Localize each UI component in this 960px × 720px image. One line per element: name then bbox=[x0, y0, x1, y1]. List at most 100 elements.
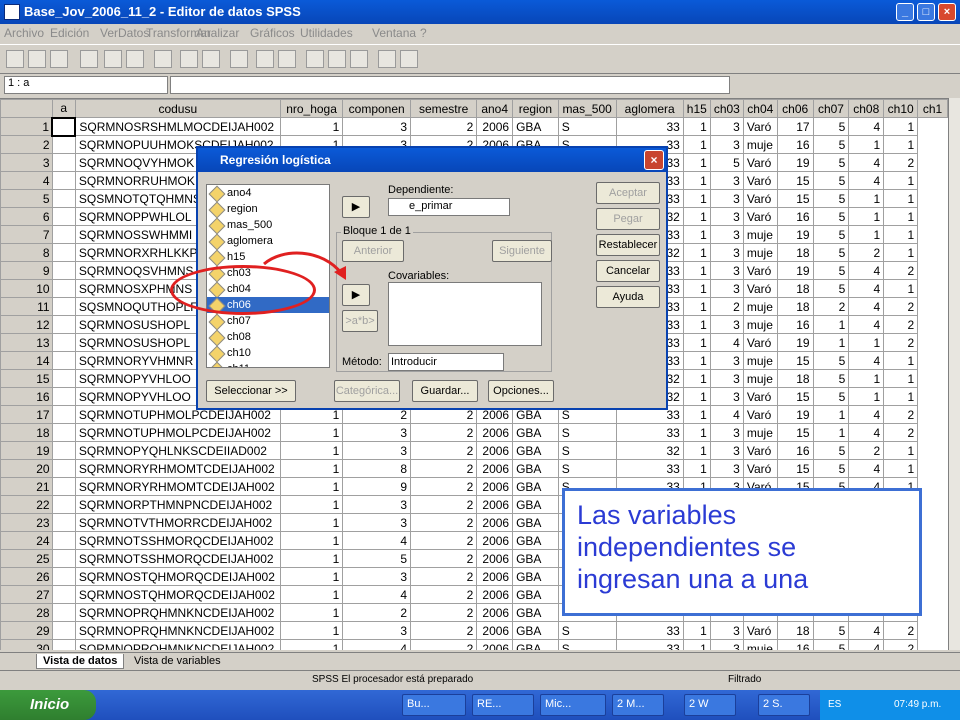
redo-icon[interactable] bbox=[126, 50, 144, 68]
data-cell[interactable]: 1 bbox=[883, 243, 919, 262]
data-cell[interactable] bbox=[51, 225, 76, 244]
categorical-button[interactable]: Categórica... bbox=[334, 380, 400, 402]
data-cell[interactable]: 2 bbox=[410, 513, 478, 532]
data-cell[interactable]: 1 bbox=[848, 333, 885, 352]
menu-ventana[interactable]: Ventana bbox=[372, 26, 416, 40]
data-cell[interactable]: 2006 bbox=[476, 477, 514, 496]
data-cell[interactable]: 1 bbox=[682, 459, 711, 478]
variable-item[interactable]: region bbox=[207, 201, 329, 217]
data-cell[interactable]: 4 bbox=[848, 459, 885, 478]
data-cell[interactable]: 5 bbox=[812, 639, 850, 650]
data-cell[interactable]: 1 bbox=[682, 297, 711, 316]
next-button[interactable]: Siguiente bbox=[492, 240, 552, 262]
data-cell[interactable]: 2 bbox=[410, 567, 478, 586]
cell-value-field[interactable] bbox=[170, 76, 730, 94]
data-cell[interactable]: 1 bbox=[682, 351, 711, 370]
data-cell[interactable]: 2 bbox=[410, 423, 478, 442]
data-cell[interactable]: 4 bbox=[848, 279, 885, 298]
data-cell[interactable]: 4 bbox=[848, 153, 885, 172]
task-re[interactable]: RE... bbox=[472, 694, 534, 716]
data-cell[interactable]: 1 bbox=[812, 333, 850, 352]
data-cell[interactable]: SQRMNOTUPHMOLPCDEIJAH002 bbox=[74, 423, 281, 442]
row-number[interactable]: 16 bbox=[0, 387, 53, 406]
data-cell[interactable]: muje bbox=[742, 225, 778, 244]
data-cell[interactable]: 2 bbox=[883, 153, 919, 172]
data-cell[interactable]: 1 bbox=[848, 369, 885, 388]
row-number[interactable]: 8 bbox=[0, 243, 53, 262]
variable-item[interactable]: ch08 bbox=[207, 329, 329, 345]
data-cell[interactable]: 16 bbox=[776, 441, 814, 460]
row-number[interactable]: 23 bbox=[0, 513, 53, 532]
data-cell[interactable]: SQRMNOPRQHMNKNCDEIJAH002 bbox=[74, 621, 281, 640]
data-cell[interactable]: 3 bbox=[709, 189, 744, 208]
row-number[interactable]: 5 bbox=[0, 189, 53, 208]
data-cell[interactable]: 2 bbox=[709, 297, 744, 316]
data-cell[interactable]: 16 bbox=[776, 207, 814, 226]
data-cell[interactable]: 15 bbox=[776, 189, 814, 208]
data-cell[interactable]: 18 bbox=[776, 621, 814, 640]
column-header[interactable]: ano4 bbox=[476, 99, 514, 118]
column-header[interactable]: ch07 bbox=[812, 99, 850, 118]
column-header[interactable]: ch04 bbox=[742, 99, 778, 118]
row-number[interactable]: 19 bbox=[0, 441, 53, 460]
data-cell[interactable]: 2006 bbox=[476, 117, 514, 136]
variable-item[interactable]: mas_500 bbox=[207, 217, 329, 233]
data-cell[interactable]: 5 bbox=[812, 387, 850, 406]
data-cell[interactable]: SQRMNORYRHMOMTCDEIJAH002 bbox=[74, 477, 281, 496]
data-cell[interactable]: 2 bbox=[848, 441, 885, 460]
data-cell[interactable]: 9 bbox=[342, 477, 412, 496]
data-cell[interactable]: 2 bbox=[883, 261, 919, 280]
data-cell[interactable] bbox=[51, 549, 76, 568]
data-cell[interactable]: GBA bbox=[512, 513, 559, 532]
data-cell[interactable]: 1 bbox=[279, 495, 344, 514]
data-cell[interactable]: 2 bbox=[883, 315, 919, 334]
data-cell[interactable]: 2 bbox=[812, 297, 850, 316]
column-header[interactable]: a bbox=[51, 99, 76, 118]
column-header[interactable]: semestre bbox=[410, 99, 478, 118]
column-header[interactable]: mas_500 bbox=[557, 99, 617, 118]
data-cell[interactable]: 33 bbox=[615, 117, 684, 136]
data-cell[interactable]: 1 bbox=[883, 351, 919, 370]
data-cell[interactable]: 19 bbox=[776, 261, 814, 280]
row-number[interactable]: 18 bbox=[0, 423, 53, 442]
data-cell[interactable]: 1 bbox=[682, 135, 711, 154]
data-cell[interactable]: 1 bbox=[812, 405, 850, 424]
find-icon[interactable] bbox=[230, 50, 248, 68]
language-indicator[interactable]: ES bbox=[828, 699, 841, 710]
data-cell[interactable]: 4 bbox=[848, 171, 885, 190]
column-header[interactable]: nro_hoga bbox=[279, 99, 344, 118]
data-cell[interactable]: 3 bbox=[709, 207, 744, 226]
data-cell[interactable] bbox=[51, 567, 76, 586]
data-cell[interactable]: Varó bbox=[742, 387, 778, 406]
data-cell[interactable]: 4 bbox=[848, 423, 885, 442]
variable-item[interactable]: ch11 bbox=[207, 361, 329, 367]
data-cell[interactable]: 33 bbox=[615, 459, 684, 478]
corner-cell[interactable] bbox=[0, 99, 53, 118]
reset-button[interactable]: Restablecer bbox=[596, 234, 660, 256]
data-cell[interactable]: 3 bbox=[342, 441, 412, 460]
data-cell[interactable]: 3 bbox=[709, 351, 744, 370]
data-cell[interactable]: Varó bbox=[742, 459, 778, 478]
tab-data-view[interactable]: Vista de datos bbox=[36, 654, 125, 669]
row-number[interactable]: 30 bbox=[0, 639, 53, 650]
data-cell[interactable] bbox=[51, 171, 76, 190]
data-cell[interactable]: 2006 bbox=[476, 549, 514, 568]
data-cell[interactable]: 1 bbox=[682, 387, 711, 406]
row-number[interactable]: 11 bbox=[0, 297, 53, 316]
data-cell[interactable]: 1 bbox=[682, 423, 711, 442]
data-cell[interactable]: Varó bbox=[742, 207, 778, 226]
data-cell[interactable]: 1 bbox=[682, 315, 711, 334]
maximize-button[interactable]: □ bbox=[917, 3, 935, 21]
data-cell[interactable]: S bbox=[557, 441, 617, 460]
print-icon[interactable] bbox=[50, 50, 68, 68]
data-cell[interactable]: 1 bbox=[682, 369, 711, 388]
data-cell[interactable]: 3 bbox=[709, 387, 744, 406]
close-button[interactable]: × bbox=[938, 3, 956, 21]
data-cell[interactable]: 3 bbox=[709, 243, 744, 262]
data-cell[interactable]: 4 bbox=[342, 531, 412, 550]
data-cell[interactable] bbox=[51, 513, 76, 532]
task-2w[interactable]: 2 W bbox=[684, 694, 736, 716]
select-button[interactable]: Seleccionar >> bbox=[206, 380, 296, 402]
data-cell[interactable]: 2 bbox=[883, 405, 919, 424]
data-cell[interactable]: 2 bbox=[410, 621, 478, 640]
